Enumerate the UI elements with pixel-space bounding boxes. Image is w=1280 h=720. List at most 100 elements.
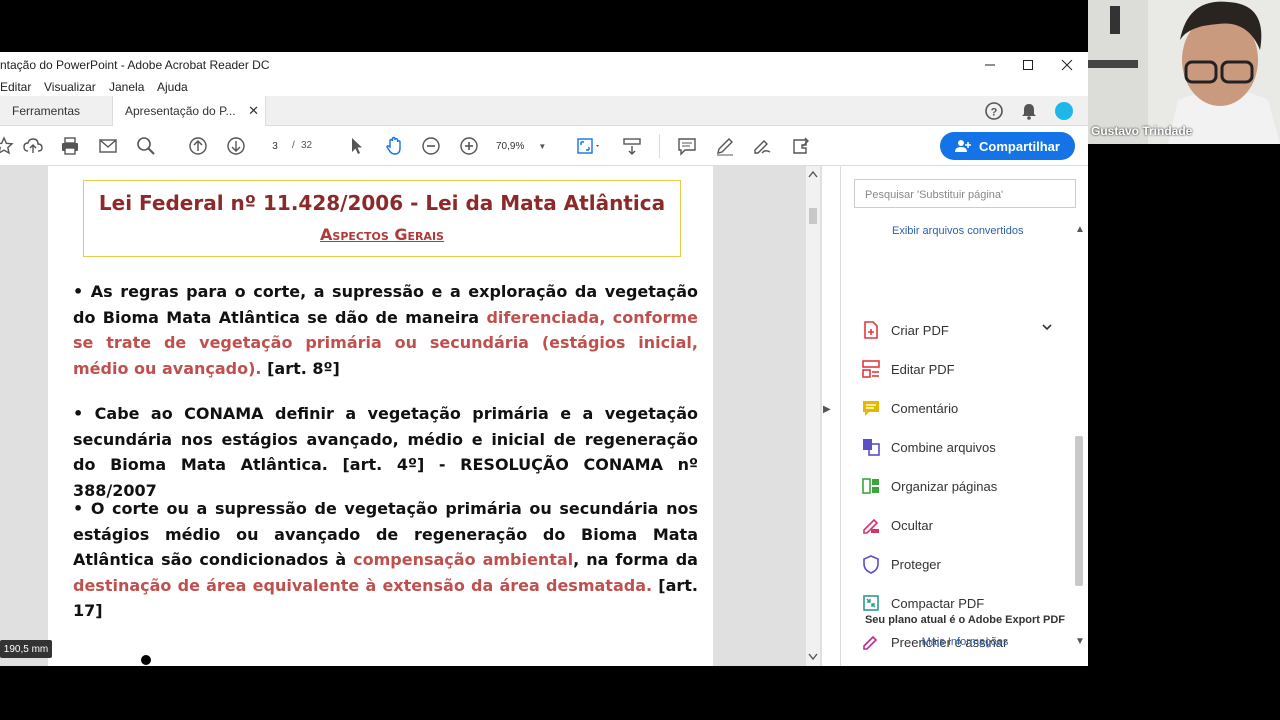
fit-page-icon[interactable] xyxy=(574,134,604,158)
document-scrollbar[interactable] xyxy=(806,166,820,666)
redact-icon xyxy=(863,518,879,534)
close-window-button[interactable] xyxy=(1047,52,1087,78)
compress-pdf-icon xyxy=(863,595,879,611)
zoom-out-icon[interactable] xyxy=(419,134,443,158)
tool-compress-pdf[interactable]: Compactar PDF xyxy=(861,592,984,614)
combine-files-icon xyxy=(863,439,880,456)
tab-bar: Ferramentas Apresentação do P... ✕ ? xyxy=(0,96,1088,126)
sign-icon[interactable] xyxy=(750,134,774,158)
cloud-upload-icon[interactable] xyxy=(21,134,45,158)
tool-organize-pages[interactable]: Organizar páginas xyxy=(861,475,997,497)
protect-icon xyxy=(863,555,879,574)
hand-tool-icon[interactable] xyxy=(382,134,406,158)
webcam-video xyxy=(1088,0,1280,144)
tool-label: Ocultar xyxy=(891,517,933,533)
menu-help[interactable]: Ajuda xyxy=(157,80,188,94)
search-icon[interactable] xyxy=(134,134,158,158)
slide-paragraph-3: • O corte ou a supressão de vegetação pr… xyxy=(73,496,698,624)
tab-document[interactable]: Apresentação do P... ✕ xyxy=(112,96,266,126)
participant-name: Gustavo Trindade xyxy=(1091,124,1193,138)
converted-files-link[interactable]: Exibir arquivos convertidos xyxy=(892,225,1023,237)
zoom-in-icon[interactable] xyxy=(457,134,481,158)
tool-label: Combine arquivos xyxy=(891,439,996,455)
chevron-down-icon: ▼ xyxy=(538,141,547,151)
menu-bar: Editar Visualizar Janela Ajuda xyxy=(0,78,1088,96)
paragraph-3-highlight-2: destinação de área equivalente à extensã… xyxy=(73,575,653,595)
slide-title: Lei Federal nº 11.428/2006 - Lei da Mata… xyxy=(98,191,666,215)
maximize-button[interactable] xyxy=(1008,52,1048,78)
minimize-button[interactable] xyxy=(970,52,1010,78)
total-pages: 32 xyxy=(301,140,313,151)
zoom-select[interactable]: 70,9% ▼ xyxy=(496,136,556,156)
minimize-icon xyxy=(985,64,995,66)
comment-icon xyxy=(863,401,879,416)
email-icon[interactable] xyxy=(96,134,120,158)
tool-label: Proteger xyxy=(891,556,941,572)
print-icon[interactable] xyxy=(58,134,82,158)
close-icon xyxy=(1061,59,1073,71)
share-button[interactable]: Compartilhar xyxy=(940,132,1075,160)
bell-icon[interactable] xyxy=(1019,101,1039,121)
select-cursor-icon[interactable] xyxy=(344,134,368,158)
organize-pages-icon xyxy=(862,478,879,494)
zoom-value: 70,9% xyxy=(496,140,525,152)
acrobat-window: ntação do PowerPoint - Adobe Acrobat Rea… xyxy=(0,52,1088,666)
tool-combine-files[interactable]: Combine arquivos xyxy=(861,436,996,458)
collapse-panel-icon[interactable]: ▶ xyxy=(823,404,837,424)
menu-view[interactable]: Visualizar xyxy=(44,80,96,94)
paragraph-3-text-2: , na forma da xyxy=(573,550,698,569)
panel-scroll-up-icon[interactable]: ▲ xyxy=(1075,224,1085,235)
document-area: Lei Federal nº 11.428/2006 - Lei da Mata… xyxy=(0,166,822,666)
slide-paragraph-2: • Cabe ao CONAMA definir a vegetação pri… xyxy=(73,404,698,500)
share-label: Compartilhar xyxy=(979,138,1060,154)
maximize-icon xyxy=(1023,60,1033,70)
tool-label: Editar PDF xyxy=(891,361,955,377)
close-tab-icon[interactable]: ✕ xyxy=(248,103,259,119)
svg-text:?: ? xyxy=(991,107,998,119)
more-info-link[interactable]: Mais Informações xyxy=(841,636,1088,648)
pdf-page: Lei Federal nº 11.428/2006 - Lei da Mata… xyxy=(48,166,713,666)
account-icon[interactable] xyxy=(1054,101,1074,121)
tool-label: Comentário xyxy=(891,400,959,416)
tools-panel: Pesquisar 'Substituir página' Exibir arq… xyxy=(840,166,1088,666)
toolbar-divider xyxy=(659,134,660,158)
tool-create-pdf[interactable]: Criar PDF xyxy=(861,319,949,341)
paragraph-1-reference: [art. 8º] xyxy=(261,358,340,378)
create-pdf-icon xyxy=(864,321,878,339)
help-icon[interactable]: ? xyxy=(984,101,1004,121)
tool-comment[interactable]: Comentário xyxy=(861,397,958,419)
edit-pdf-icon xyxy=(862,360,880,378)
pen-icon[interactable] xyxy=(713,134,737,158)
window-title: ntação do PowerPoint - Adobe Acrobat Rea… xyxy=(0,58,270,72)
star-icon[interactable] xyxy=(0,134,16,158)
tool-protect[interactable]: Proteger xyxy=(861,553,941,575)
scroll-mode-icon[interactable] xyxy=(620,134,644,158)
next-page-icon[interactable] xyxy=(224,134,248,158)
chevron-down-icon[interactable] xyxy=(1041,321,1053,336)
menu-window[interactable]: Janela xyxy=(109,80,144,94)
menu-edit[interactable]: Editar xyxy=(0,80,31,94)
measurement-tag: 190,5 mm xyxy=(0,640,52,658)
tool-edit-pdf[interactable]: Editar PDF xyxy=(861,358,955,380)
slide-paragraph-1: • As regras para o corte, a supressão e … xyxy=(73,279,698,381)
slide-title-box: Lei Federal nº 11.428/2006 - Lei da Mata… xyxy=(83,180,681,257)
stamp-icon[interactable] xyxy=(788,134,812,158)
title-bar: ntação do PowerPoint - Adobe Acrobat Rea… xyxy=(0,52,1088,78)
plan-text: Seu plano atual é o Adobe Export PDF xyxy=(864,614,1066,626)
panel-scrollbar-thumb[interactable] xyxy=(1075,436,1083,586)
slide-subtitle: Aspectos Gerais xyxy=(320,225,444,244)
page-number-input[interactable]: 3 xyxy=(262,135,288,157)
main-toolbar: 3 / 32 70,9% ▼ Compartilhar xyxy=(0,126,1088,166)
share-user-icon xyxy=(955,140,972,152)
tools-search-input[interactable]: Pesquisar 'Substituir página' xyxy=(854,179,1076,208)
tool-label: Criar PDF xyxy=(891,322,949,338)
tab-document-label: Apresentação do P... xyxy=(125,104,236,118)
page-separator: / xyxy=(292,140,295,151)
hand-cursor-icon xyxy=(140,653,152,665)
tool-label: Organizar páginas xyxy=(891,478,998,494)
tool-label: Compactar PDF xyxy=(891,595,985,611)
comment-icon[interactable] xyxy=(675,134,699,158)
tool-redact[interactable]: Ocultar xyxy=(861,514,933,536)
tab-tools[interactable]: Ferramentas xyxy=(0,96,112,126)
previous-page-icon[interactable] xyxy=(186,134,210,158)
